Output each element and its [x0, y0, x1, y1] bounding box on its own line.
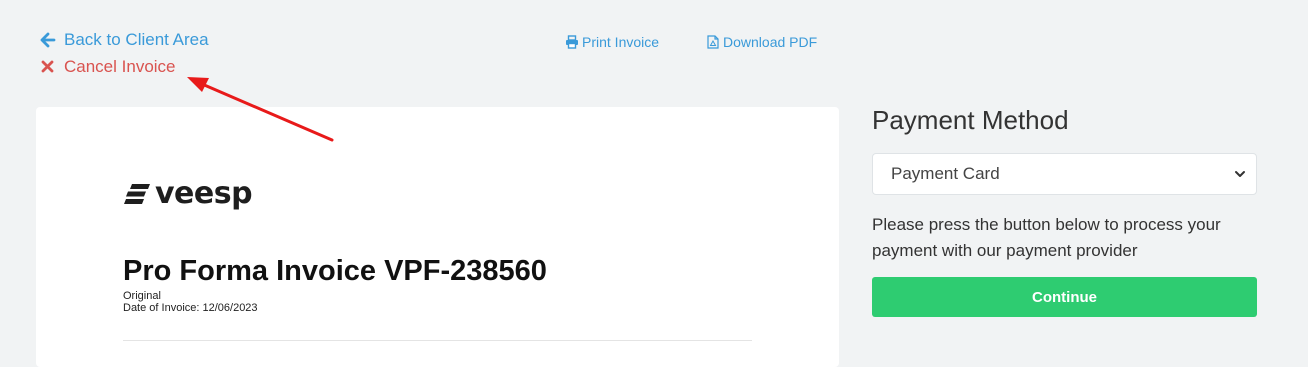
continue-button[interactable]: Continue — [872, 277, 1257, 317]
chevron-down-icon — [1234, 168, 1246, 180]
veesp-logo: veesp — [123, 176, 253, 211]
payment-instructions: Please press the button below to process… — [872, 215, 1221, 260]
times-icon — [40, 59, 56, 75]
printer-icon — [565, 35, 579, 49]
logo-stripes-icon — [124, 184, 150, 204]
payment-method-heading: Payment Method — [872, 105, 1069, 135]
payment-method-value: Payment Card — [891, 164, 1000, 183]
invoice-title: Pro Forma Invoice VPF-238560 — [123, 255, 547, 287]
file-pdf-icon — [706, 35, 720, 49]
back-to-client-area-link[interactable]: Back to Client Area — [40, 30, 209, 50]
download-link-label: Download PDF — [723, 34, 818, 50]
payment-method-select[interactable]: Payment Card — [872, 153, 1257, 195]
cancel-invoice-link[interactable]: Cancel Invoice — [40, 57, 176, 77]
cancel-link-label: Cancel Invoice — [64, 57, 176, 76]
logo-text: veesp — [155, 176, 253, 211]
print-link-label: Print Invoice — [582, 34, 660, 50]
invoice-card: veesp Pro Forma Invoice VPF-238560 Origi… — [36, 107, 839, 367]
download-pdf-link[interactable]: Download PDF — [706, 34, 817, 50]
print-invoice-link[interactable]: Print Invoice — [565, 34, 659, 50]
invoice-meta: Original Date of Invoice: 12/06/2023 — [123, 290, 258, 314]
invoice-status: Original — [123, 290, 161, 302]
invoice-date: Date of Invoice: 12/06/2023 — [123, 302, 258, 314]
back-link-label: Back to Client Area — [64, 30, 209, 49]
card-divider — [123, 340, 752, 341]
arrow-left-icon — [40, 32, 56, 48]
